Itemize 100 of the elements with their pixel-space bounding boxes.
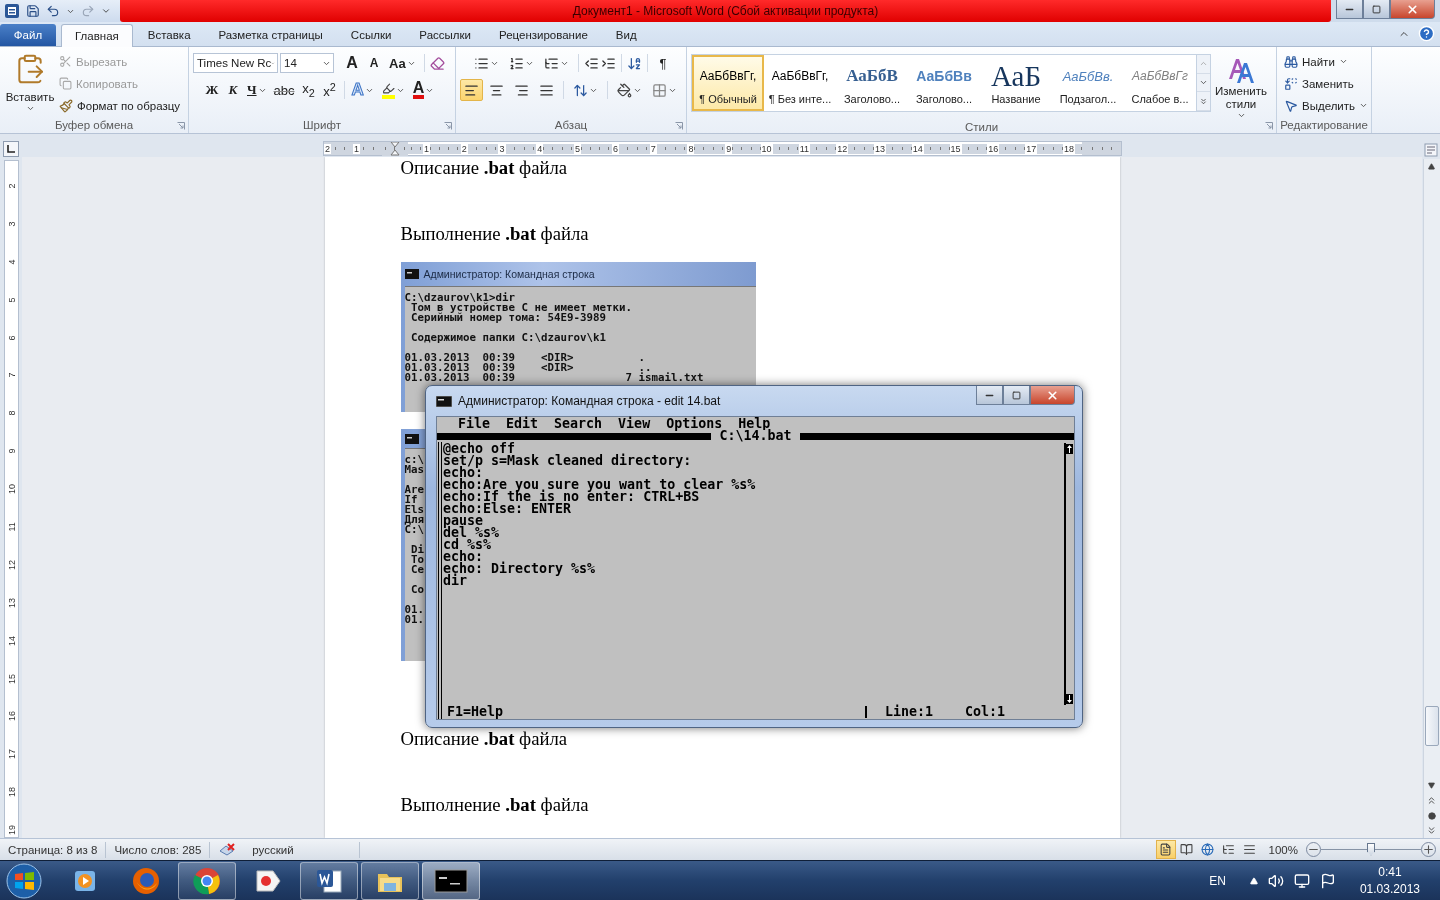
taskbar-button[interactable] xyxy=(178,861,236,900)
close-button[interactable] xyxy=(1390,0,1435,19)
indent-marker-icon[interactable] xyxy=(389,141,400,156)
eraser-icon[interactable] xyxy=(429,55,445,71)
zoom-level[interactable]: 100% xyxy=(1260,843,1306,856)
flag-icon[interactable] xyxy=(1319,872,1336,889)
paste-button[interactable]: Вставить xyxy=(4,51,56,117)
change-styles-button[interactable]: Изменить стили xyxy=(1211,51,1271,120)
customize-caret-icon[interactable] xyxy=(101,6,111,16)
menu-item[interactable]: Edit xyxy=(506,417,555,430)
dialog-launcher-icon[interactable] xyxy=(1265,122,1273,130)
show-hidden-icons-icon[interactable] xyxy=(1249,876,1258,885)
start-button[interactable] xyxy=(6,862,42,899)
decrease-indent-icon[interactable] xyxy=(584,55,599,71)
style-tile[interactable]: АаБбВв Заголово... xyxy=(908,55,980,111)
ribbon-tab[interactable]: Ссылки xyxy=(337,24,405,46)
replace-button[interactable]: Заменить xyxy=(1281,73,1372,94)
menu-item[interactable]: Help xyxy=(738,417,787,430)
show-marks-button[interactable]: ¶ xyxy=(653,52,673,74)
find-button[interactable]: Найти xyxy=(1281,51,1372,72)
caret-icon[interactable] xyxy=(1236,111,1246,120)
ribbon-tab[interactable]: Главная xyxy=(61,24,133,47)
ruler-toggle-icon[interactable] xyxy=(1424,143,1438,157)
sort-icon[interactable] xyxy=(627,55,642,71)
menu-item[interactable]: File xyxy=(458,417,507,430)
maximize-button[interactable] xyxy=(1003,386,1030,405)
view-button[interactable] xyxy=(1155,840,1176,859)
caret-icon[interactable] xyxy=(1338,57,1348,66)
italic-button[interactable]: К xyxy=(223,79,243,101)
sup-button[interactable]: x$^{2}$ xyxy=(319,79,340,101)
close-button[interactable] xyxy=(1030,386,1075,405)
style-tile[interactable]: АаБбВвГг, ¶ Обычный xyxy=(692,55,764,111)
style-tile[interactable]: АаБ Название xyxy=(980,55,1052,111)
taskbar-button[interactable] xyxy=(300,861,358,900)
ribbon-tab[interactable]: Рассылки xyxy=(406,24,484,46)
menu-item[interactable]: View xyxy=(618,417,667,430)
ribbon-tab[interactable]: Вид xyxy=(602,24,650,46)
next-page-icon[interactable] xyxy=(1426,825,1437,836)
scroll-down-arrow-icon[interactable] xyxy=(1428,782,1435,789)
undo-icon[interactable] xyxy=(46,4,60,18)
zoom-slider[interactable] xyxy=(1321,842,1421,857)
bullet-list-icon[interactable] xyxy=(474,55,489,71)
more-styles-icon[interactable] xyxy=(1199,96,1208,106)
caret-icon[interactable] xyxy=(1359,101,1369,110)
increase-indent-icon[interactable] xyxy=(601,55,616,71)
underline-button[interactable]: Ч xyxy=(244,79,270,101)
keyboard-language[interactable]: EN xyxy=(1209,873,1226,888)
spelling-check-icon[interactable] xyxy=(218,841,237,858)
scroll-up-arrow-icon[interactable] xyxy=(1066,444,1073,454)
maximize-button[interactable] xyxy=(1363,0,1390,19)
slider-thumb[interactable] xyxy=(1367,842,1375,856)
menu-item[interactable]: Search xyxy=(554,417,619,430)
ribbon-tab[interactable]: Вставка xyxy=(134,24,204,46)
clock[interactable]: 0:41 01.03.2013 xyxy=(1359,863,1420,898)
style-tile[interactable]: АаБбВвГг, ¶ Без инте... xyxy=(764,55,836,111)
scroll-up-arrow-icon[interactable] xyxy=(1428,163,1435,170)
minimize-button[interactable] xyxy=(976,386,1003,405)
borders-icon[interactable] xyxy=(652,82,667,98)
scroll-thumb[interactable] xyxy=(1424,705,1439,746)
style-tile[interactable]: АаБбВ Заголово... xyxy=(836,55,908,111)
format-button[interactable]: Формат по образцу xyxy=(56,95,184,116)
help-icon[interactable] xyxy=(1418,25,1435,42)
caret-icon[interactable] xyxy=(25,104,35,113)
line-spacing-icon[interactable] xyxy=(573,82,588,98)
tab-stop-selector[interactable] xyxy=(3,141,19,157)
dialog-launcher-icon[interactable] xyxy=(177,122,185,130)
language-indicator[interactable]: русский xyxy=(244,843,302,856)
menu-item[interactable]: Options xyxy=(666,417,739,430)
save-icon[interactable] xyxy=(26,4,40,18)
volume-icon[interactable] xyxy=(1267,872,1284,889)
taskbar-button[interactable] xyxy=(361,861,419,900)
grow-font-button[interactable]: A xyxy=(342,52,362,74)
dialog-launcher-icon[interactable] xyxy=(444,122,452,130)
browse-object-icon[interactable] xyxy=(1427,811,1436,820)
ribbon-tab[interactable]: Рецензирование xyxy=(486,24,601,46)
previous-page-icon[interactable] xyxy=(1426,795,1437,806)
multilevel-list-icon[interactable] xyxy=(544,55,559,71)
font-color-button[interactable]: A xyxy=(409,79,438,101)
select-button[interactable]: Выделить xyxy=(1281,95,1372,116)
numbered-list-icon[interactable] xyxy=(509,55,524,71)
sub-button[interactable]: x$_{2}$ xyxy=(298,79,319,101)
paint-bucket-icon[interactable] xyxy=(617,82,632,98)
align-left-button[interactable] xyxy=(460,79,483,101)
bold-button[interactable]: Ж xyxy=(202,79,222,101)
dialog-launcher-icon[interactable] xyxy=(675,122,683,130)
font-name-field[interactable]: Times New Rc xyxy=(193,53,278,73)
ribbon-tab[interactable]: Разметка страницы xyxy=(205,24,336,46)
scroll-down-icon[interactable] xyxy=(1199,78,1208,87)
zoom-in-icon[interactable] xyxy=(1421,842,1436,857)
change-case-button[interactable]: Aa xyxy=(386,52,419,74)
style-tile[interactable]: АаБбВв. Подзагол... xyxy=(1052,55,1124,111)
style-tile[interactable]: АаБбВвГг Слабое в... xyxy=(1124,55,1196,111)
scroll-down-arrow-icon[interactable] xyxy=(1066,694,1073,704)
minimize-button[interactable] xyxy=(1336,0,1363,19)
taskbar-button[interactable] xyxy=(422,861,480,900)
font-size-field[interactable]: 14 xyxy=(280,53,334,73)
file-tab[interactable]: Файл xyxy=(0,24,56,46)
shrink-font-button[interactable]: A xyxy=(364,52,384,74)
network-icon[interactable] xyxy=(1293,872,1310,889)
ruler-number: 16 xyxy=(987,143,1000,154)
